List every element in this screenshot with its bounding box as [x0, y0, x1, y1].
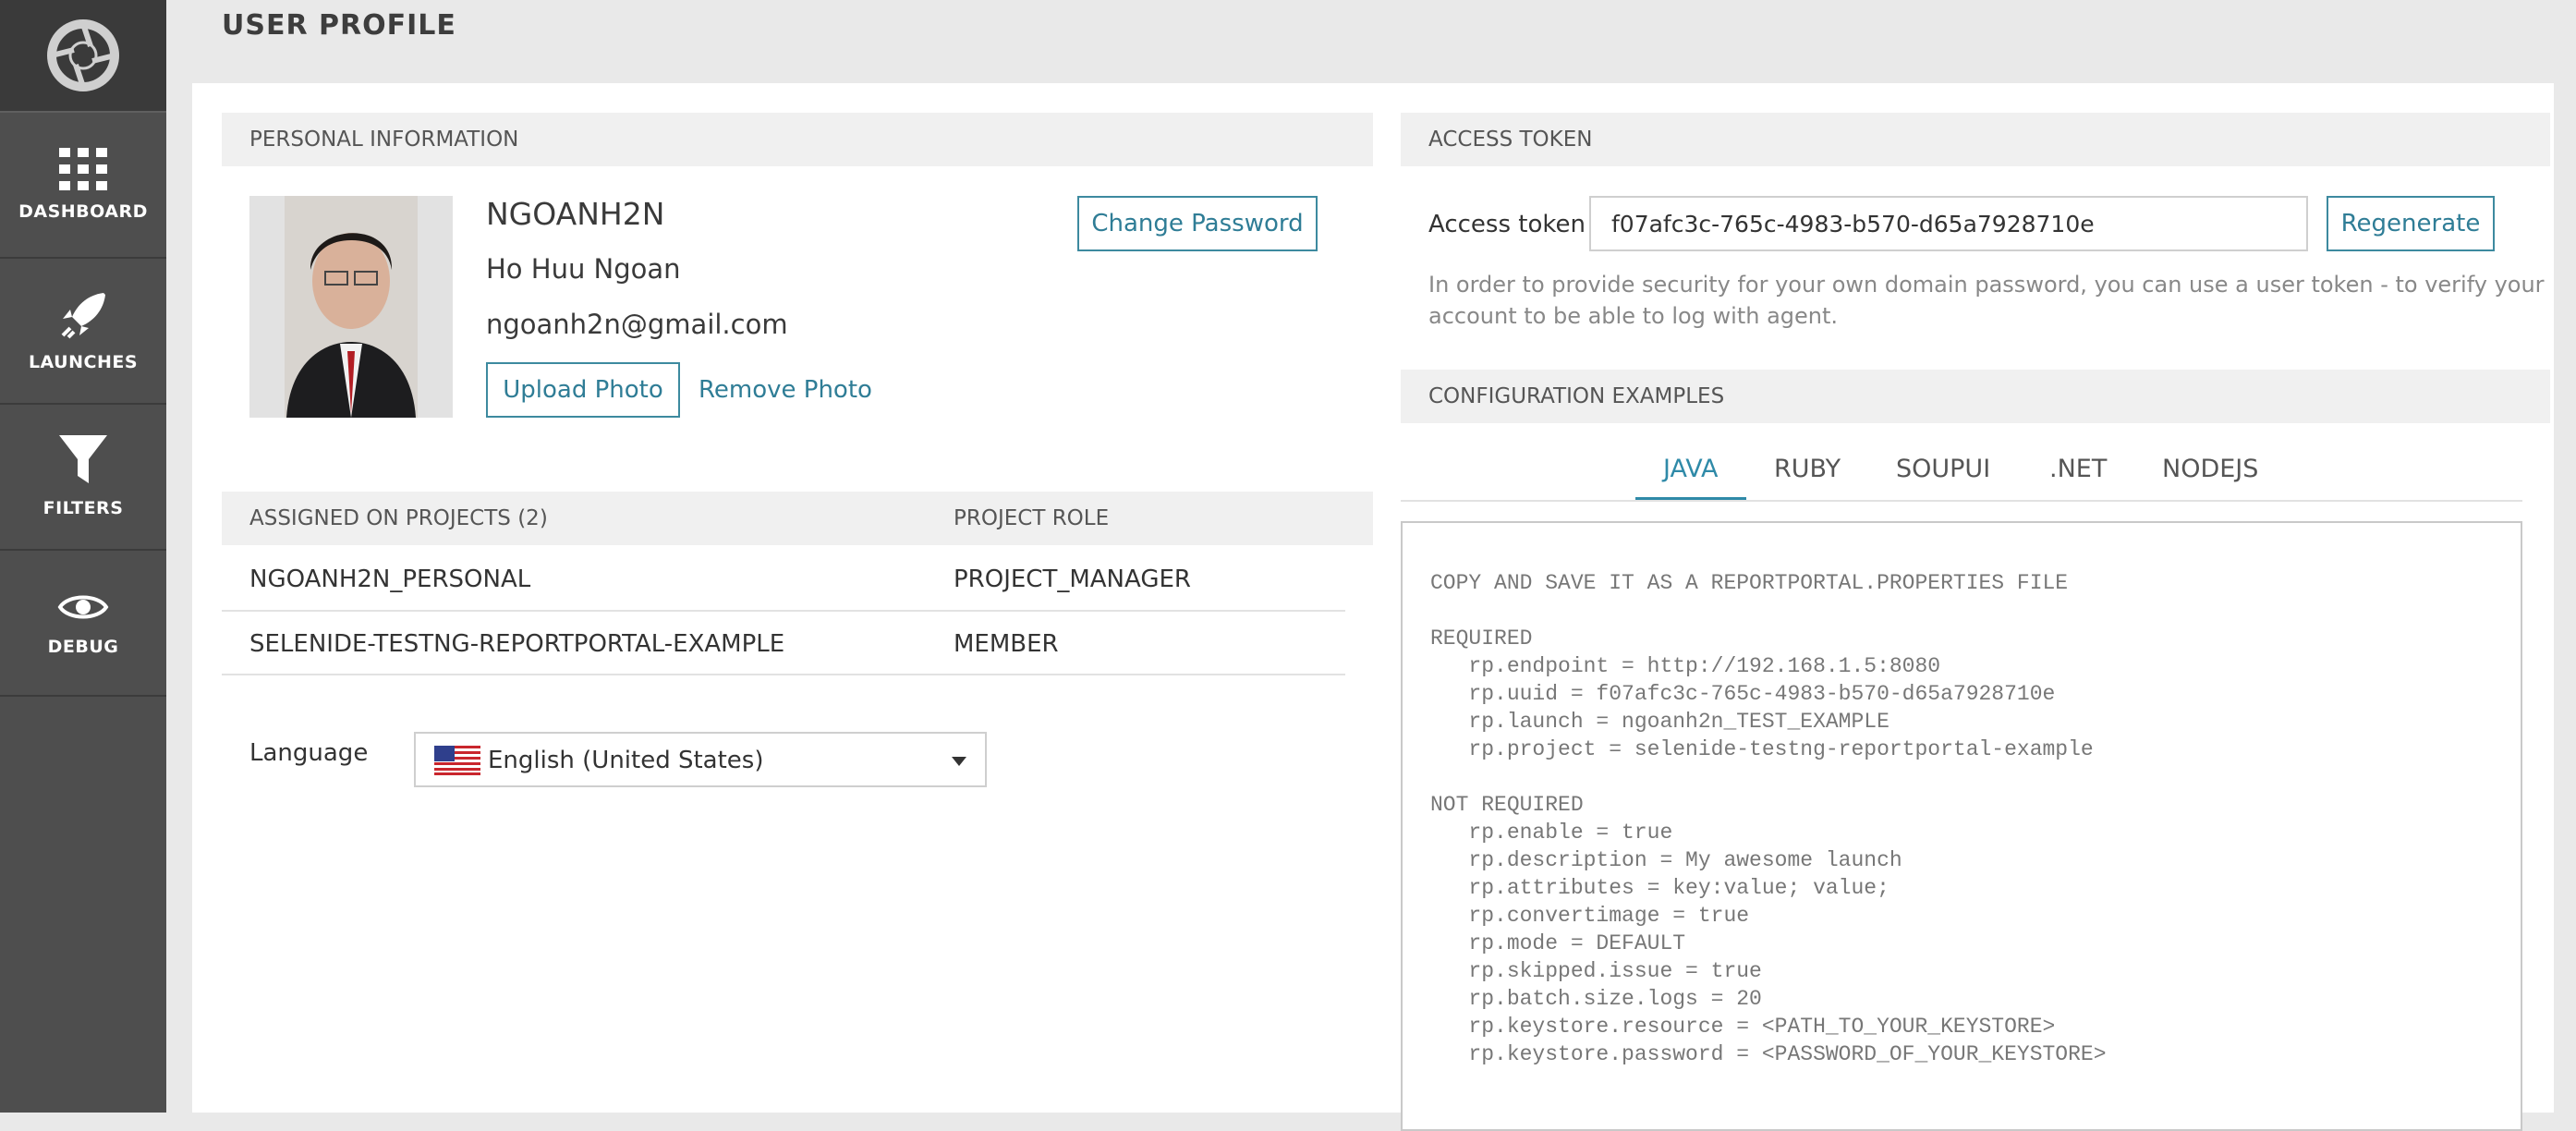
- table-row: SELENIDE-TESTNG-REPORTPORTAL-EXAMPLE: [249, 630, 784, 658]
- token-help-line-2: account to be able to log with agent.: [1428, 303, 1839, 329]
- table-row: NGOANH2N_PERSONAL: [249, 566, 530, 593]
- row-divider: [222, 674, 1345, 675]
- row-divider: [222, 610, 1345, 612]
- full-name: Ho Huu Ngoan: [486, 253, 681, 285]
- grid-icon: [59, 148, 107, 190]
- sidebar-item-launches[interactable]: LAUNCHES: [0, 259, 166, 405]
- language-select[interactable]: English (United States): [414, 732, 987, 787]
- tab-soupui[interactable]: SOUPUI: [1896, 455, 1990, 483]
- eye-icon: [57, 595, 109, 619]
- access-token-label: Access token: [1428, 211, 1586, 238]
- sidebar-item-filters[interactable]: FILTERS: [0, 405, 166, 551]
- tab-dotnet[interactable]: .NET: [2049, 455, 2107, 483]
- change-password-button[interactable]: Change Password: [1077, 196, 1318, 251]
- page-title: USER PROFILE: [222, 9, 456, 42]
- sidebar-item-label: LAUNCHES: [28, 352, 139, 372]
- tab-java[interactable]: JAVA: [1663, 455, 1718, 483]
- aperture-logo-icon: [47, 19, 119, 91]
- sidebar-item-label: DEBUG: [47, 637, 119, 657]
- chevron-down-icon: [952, 757, 966, 766]
- remove-photo-link[interactable]: Remove Photo: [699, 376, 872, 404]
- sidebar-item-dashboard[interactable]: DASHBOARD: [0, 113, 166, 259]
- sidebar-item-label: FILTERS: [43, 498, 124, 518]
- project-name: SELENIDE-TESTNG-REPORTPORTAL-EXAMPLE: [249, 630, 785, 658]
- tab-ruby[interactable]: RUBY: [1774, 455, 1841, 483]
- access-token-header: ACCESS TOKEN: [1401, 113, 2550, 166]
- rocket-icon: [61, 293, 105, 339]
- col-role-header: PROJECT ROLE: [954, 506, 1110, 530]
- tab-nodejs[interactable]: NODEJS: [2162, 455, 2258, 483]
- logo[interactable]: [0, 0, 166, 113]
- language-value: English (United States): [488, 747, 764, 774]
- language-label: Language: [249, 739, 369, 767]
- username: NGOANH2N: [486, 196, 665, 232]
- profile-photo: [249, 196, 453, 418]
- project-name: NGOANH2N_PERSONAL: [249, 566, 531, 593]
- upload-photo-button[interactable]: Upload Photo: [486, 362, 680, 418]
- access-token-value: f07afc3c-765c-4983-b570-d65a7928710e: [1611, 211, 2095, 237]
- col-project-header: ASSIGNED ON PROJECTS (2): [249, 506, 548, 530]
- config-code-block: COPY AND SAVE IT AS A REPORTPORTAL.PROPE…: [1401, 521, 2522, 1131]
- sidebar-item-debug[interactable]: DEBUG: [0, 551, 166, 697]
- avatar: [285, 196, 418, 418]
- personal-info-header: PERSONAL INFORMATION: [222, 113, 1373, 166]
- token-help-line-1: In order to provide security for your ow…: [1428, 272, 2545, 298]
- access-token-field[interactable]: f07afc3c-765c-4983-b570-d65a7928710e: [1589, 196, 2308, 251]
- projects-table-header: ASSIGNED ON PROJECTS (2) PROJECT ROLE: [222, 492, 1373, 545]
- sidebar-item-label: DASHBOARD: [18, 201, 148, 222]
- project-role: PROJECT_MANAGER: [954, 566, 1191, 593]
- regenerate-button[interactable]: Regenerate: [2327, 196, 2495, 251]
- config-code-text: COPY AND SAVE IT AS A REPORTPORTAL.PROPE…: [1430, 571, 2107, 1066]
- email: ngoanh2n@gmail.com: [486, 309, 788, 340]
- filter-icon: [59, 435, 107, 483]
- configuration-examples-header: CONFIGURATION EXAMPLES: [1401, 370, 2550, 423]
- project-role: MEMBER: [954, 630, 1059, 658]
- tabs-divider: [1401, 500, 2522, 502]
- us-flag-icon: [434, 746, 480, 775]
- sidebar: DASHBOARD LAUNCHES FILTERS DEBUG: [0, 0, 166, 1113]
